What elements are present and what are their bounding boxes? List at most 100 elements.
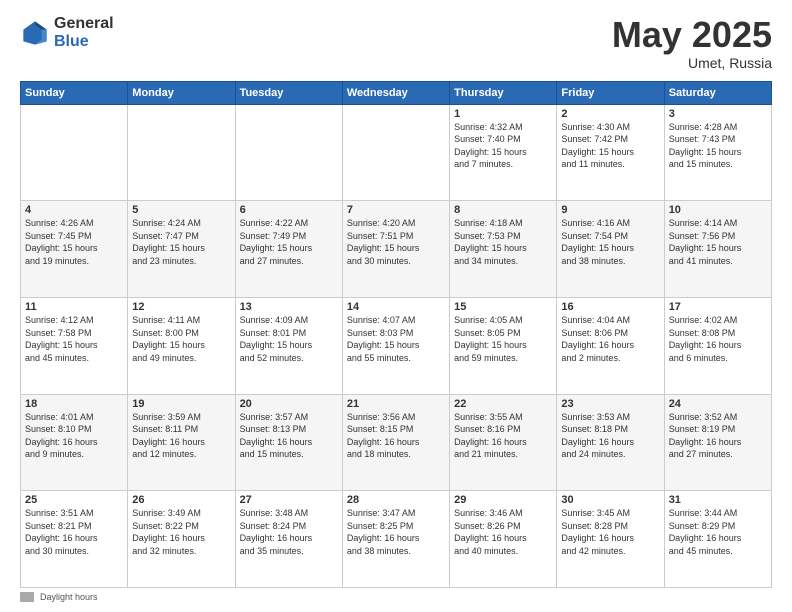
calendar-cell: 26Sunrise: 3:49 AM Sunset: 8:22 PM Dayli…	[128, 491, 235, 588]
title-location: Umet, Russia	[612, 55, 772, 71]
day-info: Sunrise: 4:22 AM Sunset: 7:49 PM Dayligh…	[240, 217, 338, 267]
day-info: Sunrise: 4:14 AM Sunset: 7:56 PM Dayligh…	[669, 217, 767, 267]
calendar-cell	[21, 104, 128, 201]
calendar-cell: 9Sunrise: 4:16 AM Sunset: 7:54 PM Daylig…	[557, 201, 664, 298]
day-info: Sunrise: 3:59 AM Sunset: 8:11 PM Dayligh…	[132, 411, 230, 461]
calendar-cell: 10Sunrise: 4:14 AM Sunset: 7:56 PM Dayli…	[664, 201, 771, 298]
calendar-cell: 21Sunrise: 3:56 AM Sunset: 8:15 PM Dayli…	[342, 394, 449, 491]
calendar-cell: 22Sunrise: 3:55 AM Sunset: 8:16 PM Dayli…	[450, 394, 557, 491]
day-info: Sunrise: 4:24 AM Sunset: 7:47 PM Dayligh…	[132, 217, 230, 267]
calendar-cell: 31Sunrise: 3:44 AM Sunset: 8:29 PM Dayli…	[664, 491, 771, 588]
day-number: 11	[25, 301, 123, 313]
calendar-cell: 28Sunrise: 3:47 AM Sunset: 8:25 PM Dayli…	[342, 491, 449, 588]
day-number: 2	[561, 108, 659, 120]
day-info: Sunrise: 4:09 AM Sunset: 8:01 PM Dayligh…	[240, 314, 338, 364]
day-info: Sunrise: 4:16 AM Sunset: 7:54 PM Dayligh…	[561, 217, 659, 267]
day-number: 22	[454, 398, 552, 410]
logo-general: General	[54, 15, 114, 33]
calendar-week-5: 25Sunrise: 3:51 AM Sunset: 8:21 PM Dayli…	[21, 491, 772, 588]
day-number: 30	[561, 494, 659, 506]
calendar-cell: 20Sunrise: 3:57 AM Sunset: 8:13 PM Dayli…	[235, 394, 342, 491]
day-info: Sunrise: 4:12 AM Sunset: 7:58 PM Dayligh…	[25, 314, 123, 364]
calendar-cell: 29Sunrise: 3:46 AM Sunset: 8:26 PM Dayli…	[450, 491, 557, 588]
day-number: 28	[347, 494, 445, 506]
col-monday: Monday	[128, 81, 235, 104]
calendar-cell: 25Sunrise: 3:51 AM Sunset: 8:21 PM Dayli…	[21, 491, 128, 588]
calendar-cell: 12Sunrise: 4:11 AM Sunset: 8:00 PM Dayli…	[128, 297, 235, 394]
day-number: 12	[132, 301, 230, 313]
day-number: 27	[240, 494, 338, 506]
col-sunday: Sunday	[21, 81, 128, 104]
day-number: 10	[669, 204, 767, 216]
logo-icon	[20, 18, 50, 48]
logo-text: General Blue	[54, 15, 114, 50]
day-number: 25	[25, 494, 123, 506]
day-number: 18	[25, 398, 123, 410]
col-tuesday: Tuesday	[235, 81, 342, 104]
day-info: Sunrise: 3:46 AM Sunset: 8:26 PM Dayligh…	[454, 507, 552, 557]
day-info: Sunrise: 3:55 AM Sunset: 8:16 PM Dayligh…	[454, 411, 552, 461]
day-number: 6	[240, 204, 338, 216]
day-info: Sunrise: 4:02 AM Sunset: 8:08 PM Dayligh…	[669, 314, 767, 364]
footer-note: Daylight hours	[20, 592, 772, 602]
logo-blue: Blue	[54, 33, 114, 51]
col-friday: Friday	[557, 81, 664, 104]
calendar-cell: 23Sunrise: 3:53 AM Sunset: 8:18 PM Dayli…	[557, 394, 664, 491]
col-thursday: Thursday	[450, 81, 557, 104]
calendar-cell: 17Sunrise: 4:02 AM Sunset: 8:08 PM Dayli…	[664, 297, 771, 394]
header: General Blue May 2025 Umet, Russia	[20, 15, 772, 71]
day-info: Sunrise: 4:01 AM Sunset: 8:10 PM Dayligh…	[25, 411, 123, 461]
day-info: Sunrise: 4:07 AM Sunset: 8:03 PM Dayligh…	[347, 314, 445, 364]
day-info: Sunrise: 3:51 AM Sunset: 8:21 PM Dayligh…	[25, 507, 123, 557]
day-info: Sunrise: 4:28 AM Sunset: 7:43 PM Dayligh…	[669, 121, 767, 171]
title-block: May 2025 Umet, Russia	[612, 15, 772, 71]
daylight-label: Daylight hours	[40, 592, 98, 602]
day-number: 17	[669, 301, 767, 313]
calendar-cell	[235, 104, 342, 201]
calendar-cell: 3Sunrise: 4:28 AM Sunset: 7:43 PM Daylig…	[664, 104, 771, 201]
calendar-cell: 11Sunrise: 4:12 AM Sunset: 7:58 PM Dayli…	[21, 297, 128, 394]
day-number: 29	[454, 494, 552, 506]
day-info: Sunrise: 4:04 AM Sunset: 8:06 PM Dayligh…	[561, 314, 659, 364]
day-number: 20	[240, 398, 338, 410]
calendar-cell: 15Sunrise: 4:05 AM Sunset: 8:05 PM Dayli…	[450, 297, 557, 394]
title-month: May 2025	[612, 15, 772, 55]
day-info: Sunrise: 3:52 AM Sunset: 8:19 PM Dayligh…	[669, 411, 767, 461]
calendar-cell: 8Sunrise: 4:18 AM Sunset: 7:53 PM Daylig…	[450, 201, 557, 298]
calendar-cell: 30Sunrise: 3:45 AM Sunset: 8:28 PM Dayli…	[557, 491, 664, 588]
day-number: 9	[561, 204, 659, 216]
calendar-cell: 19Sunrise: 3:59 AM Sunset: 8:11 PM Dayli…	[128, 394, 235, 491]
day-number: 14	[347, 301, 445, 313]
day-number: 24	[669, 398, 767, 410]
day-info: Sunrise: 3:56 AM Sunset: 8:15 PM Dayligh…	[347, 411, 445, 461]
day-info: Sunrise: 3:48 AM Sunset: 8:24 PM Dayligh…	[240, 507, 338, 557]
calendar-header-row: Sunday Monday Tuesday Wednesday Thursday…	[21, 81, 772, 104]
day-number: 23	[561, 398, 659, 410]
day-number: 16	[561, 301, 659, 313]
calendar-week-1: 1Sunrise: 4:32 AM Sunset: 7:40 PM Daylig…	[21, 104, 772, 201]
calendar-cell: 7Sunrise: 4:20 AM Sunset: 7:51 PM Daylig…	[342, 201, 449, 298]
calendar-cell: 2Sunrise: 4:30 AM Sunset: 7:42 PM Daylig…	[557, 104, 664, 201]
calendar-cell: 6Sunrise: 4:22 AM Sunset: 7:49 PM Daylig…	[235, 201, 342, 298]
day-number: 4	[25, 204, 123, 216]
calendar-table: Sunday Monday Tuesday Wednesday Thursday…	[20, 81, 772, 588]
day-number: 13	[240, 301, 338, 313]
day-info: Sunrise: 3:44 AM Sunset: 8:29 PM Dayligh…	[669, 507, 767, 557]
calendar-cell: 18Sunrise: 4:01 AM Sunset: 8:10 PM Dayli…	[21, 394, 128, 491]
calendar-cell: 5Sunrise: 4:24 AM Sunset: 7:47 PM Daylig…	[128, 201, 235, 298]
logo: General Blue	[20, 15, 114, 50]
day-number: 8	[454, 204, 552, 216]
calendar-cell: 24Sunrise: 3:52 AM Sunset: 8:19 PM Dayli…	[664, 394, 771, 491]
day-info: Sunrise: 4:18 AM Sunset: 7:53 PM Dayligh…	[454, 217, 552, 267]
calendar-week-2: 4Sunrise: 4:26 AM Sunset: 7:45 PM Daylig…	[21, 201, 772, 298]
calendar-cell: 4Sunrise: 4:26 AM Sunset: 7:45 PM Daylig…	[21, 201, 128, 298]
day-info: Sunrise: 4:11 AM Sunset: 8:00 PM Dayligh…	[132, 314, 230, 364]
calendar-cell	[128, 104, 235, 201]
day-number: 1	[454, 108, 552, 120]
day-number: 21	[347, 398, 445, 410]
calendar-week-3: 11Sunrise: 4:12 AM Sunset: 7:58 PM Dayli…	[21, 297, 772, 394]
day-number: 5	[132, 204, 230, 216]
calendar-cell: 27Sunrise: 3:48 AM Sunset: 8:24 PM Dayli…	[235, 491, 342, 588]
day-info: Sunrise: 4:26 AM Sunset: 7:45 PM Dayligh…	[25, 217, 123, 267]
day-number: 19	[132, 398, 230, 410]
